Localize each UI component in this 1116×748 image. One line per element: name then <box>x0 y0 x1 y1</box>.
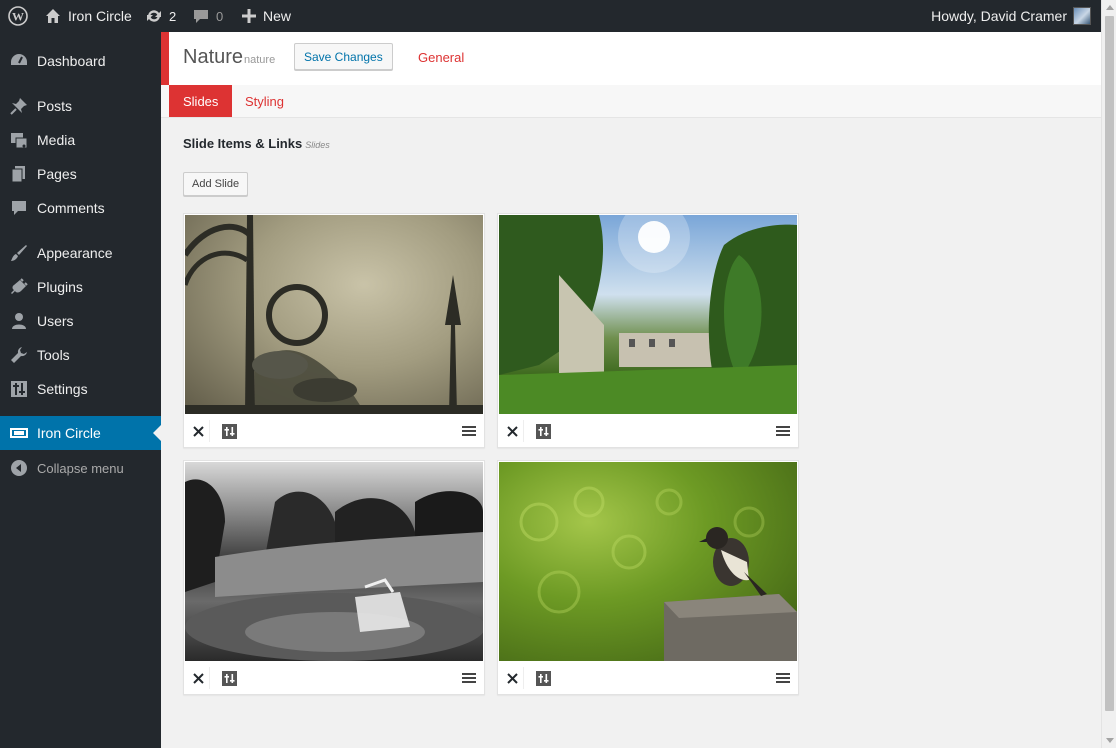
sidebar-item-label: Tools <box>37 347 70 363</box>
site-name-link[interactable]: Iron Circle <box>45 0 132 32</box>
sidebar-item-plugins[interactable]: Plugins <box>0 270 161 304</box>
slide-image[interactable] <box>185 215 483 414</box>
sidebar-item-label: Media <box>37 132 76 148</box>
slide-card <box>183 213 485 448</box>
slide-card <box>183 460 485 695</box>
pin-icon <box>0 97 36 115</box>
edit-settings-icon[interactable] <box>532 420 554 442</box>
sidebar-item-label: Settings <box>37 381 88 397</box>
scroll-up-icon[interactable] <box>1106 5 1114 10</box>
page-slug: nature <box>244 54 276 66</box>
slide-card <box>497 213 799 448</box>
user-icon <box>0 312 36 330</box>
dashboard-icon <box>0 52 36 70</box>
plus-icon <box>242 9 256 23</box>
sidebar-item-label: Posts <box>37 98 73 114</box>
sidebar-item-appearance[interactable]: Appearance <box>0 236 161 270</box>
sidebar-item-label: Plugins <box>37 279 83 295</box>
slide-toolbar <box>184 414 484 447</box>
section-subtitle: Slides <box>305 140 330 150</box>
drag-handle-icon[interactable] <box>774 667 792 689</box>
comments-count: 0 <box>216 8 224 24</box>
sidebar-item-media[interactable]: Media <box>0 123 161 157</box>
slide-image[interactable] <box>499 462 797 661</box>
sidebar-item-settings[interactable]: Settings <box>0 372 161 406</box>
page-scrollbar[interactable] <box>1101 0 1116 748</box>
avatar <box>1073 7 1091 25</box>
scroll-down-icon[interactable] <box>1106 738 1114 743</box>
media-icon <box>0 131 36 149</box>
slide-image[interactable] <box>185 462 483 661</box>
sidebar-item-label: Users <box>37 313 74 329</box>
comment-icon <box>0 199 36 217</box>
updates-icon <box>145 8 163 24</box>
new-content-link[interactable]: New <box>242 0 291 32</box>
drag-handle-icon[interactable] <box>460 420 478 442</box>
sidebar-item-users[interactable]: Users <box>0 304 161 338</box>
home-icon <box>45 8 61 24</box>
tab-slides[interactable]: Slides <box>169 85 233 117</box>
slide-card <box>497 460 799 695</box>
collapse-menu-button[interactable]: Collapse menu <box>0 451 161 485</box>
edit-settings-icon[interactable] <box>218 667 240 689</box>
comments-link[interactable]: 0 <box>193 0 223 32</box>
sidebar-item-pages[interactable]: Pages <box>0 157 161 191</box>
sidebar-item-comments[interactable]: Comments <box>0 191 161 225</box>
howdy-label: Howdy, David Cramer <box>931 8 1067 24</box>
updates-count: 2 <box>169 8 177 24</box>
sidebar-item-dashboard[interactable]: Dashboard <box>0 44 161 78</box>
site-name-label: Iron Circle <box>68 8 132 24</box>
settings-icon <box>0 380 36 398</box>
general-link[interactable]: General <box>418 50 464 65</box>
save-changes-button[interactable]: Save Changes <box>294 43 393 70</box>
section-title: Slide Items & Links Slides <box>183 136 330 151</box>
sidebar-item-label: Iron Circle <box>37 425 101 441</box>
drag-handle-icon[interactable] <box>774 420 792 442</box>
tab-styling[interactable]: Styling <box>231 85 298 117</box>
account-menu[interactable]: Howdy, David Cramer <box>931 0 1091 32</box>
svg-text:W: W <box>12 10 24 24</box>
close-icon[interactable] <box>502 667 524 689</box>
drag-handle-icon[interactable] <box>460 667 478 689</box>
close-icon[interactable] <box>502 420 524 442</box>
close-icon[interactable] <box>188 667 210 689</box>
section-title-text: Slide Items & Links <box>183 136 303 151</box>
wrench-icon <box>0 346 36 364</box>
edit-settings-icon[interactable] <box>218 420 240 442</box>
collapse-icon <box>0 459 36 477</box>
sidebar-item-posts[interactable]: Posts <box>0 89 161 123</box>
comment-bubble-icon <box>193 8 209 24</box>
close-icon[interactable] <box>188 420 210 442</box>
collapse-menu-label: Collapse menu <box>37 460 124 476</box>
updates-link[interactable]: 2 <box>145 0 176 32</box>
edit-settings-icon[interactable] <box>532 667 554 689</box>
brush-icon <box>0 244 36 262</box>
admin-sidebar: Dashboard Posts Media Pages Comments App… <box>0 32 161 748</box>
slide-toolbar <box>498 661 798 694</box>
slide-toolbar <box>184 661 484 694</box>
sidebar-item-iron-circle[interactable]: Iron Circle <box>0 416 161 450</box>
slide-image[interactable] <box>499 215 797 414</box>
add-slide-button[interactable]: Add Slide <box>183 172 249 196</box>
sidebar-item-tools[interactable]: Tools <box>0 338 161 372</box>
new-label: New <box>263 8 292 24</box>
sidebar-item-label: Appearance <box>37 245 113 261</box>
tab-bar: Slides Styling <box>161 85 1101 118</box>
sidebar-item-label: Dashboard <box>37 53 106 69</box>
page-header: Nature nature Save Changes General <box>161 32 1101 85</box>
admin-bar: W Iron Circle 2 0 New Howdy, David Crame… <box>0 0 1101 32</box>
slider-icon <box>0 426 36 440</box>
plugin-icon <box>0 278 36 296</box>
slide-toolbar <box>498 414 798 447</box>
sidebar-item-label: Comments <box>37 200 105 216</box>
pages-icon <box>0 165 36 183</box>
sidebar-item-label: Pages <box>37 166 77 182</box>
scroll-thumb[interactable] <box>1105 16 1114 711</box>
page-title: Nature <box>183 46 244 68</box>
wordpress-logo-icon[interactable]: W <box>8 0 28 32</box>
